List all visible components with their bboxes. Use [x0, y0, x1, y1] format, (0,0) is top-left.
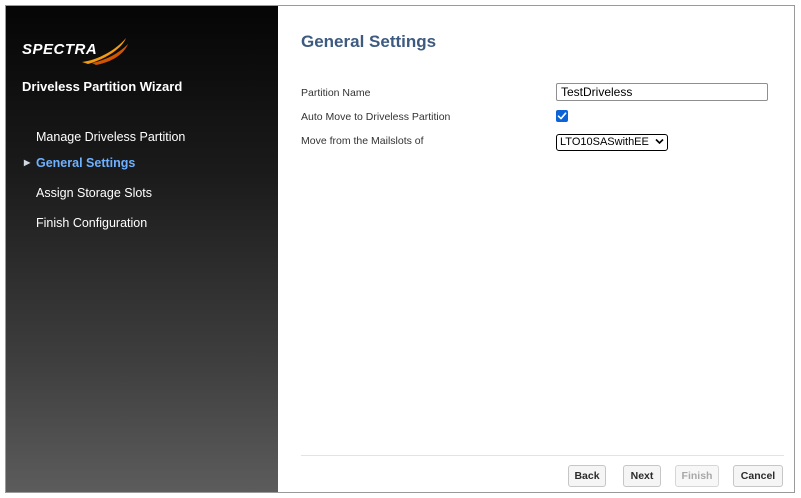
wizard-window: SPECTRA Driveless Partition Wizard Manag… [5, 5, 795, 493]
step-label: Assign Storage Slots [36, 186, 153, 200]
partition-name-input[interactable] [556, 83, 768, 101]
spectra-logo: SPECTRA [22, 36, 132, 66]
wizard-steps: Manage Driveless Partition ▶ General Set… [6, 124, 278, 236]
wizard-title: Driveless Partition Wizard [22, 79, 183, 94]
step-finish-configuration[interactable]: Finish Configuration [6, 210, 278, 236]
chevron-down-icon [655, 138, 664, 145]
auto-move-label: Auto Move to Driveless Partition [301, 111, 451, 123]
sidebar: SPECTRA Driveless Partition Wizard Manag… [6, 6, 278, 492]
step-label: Finish Configuration [36, 216, 148, 230]
back-button[interactable]: Back [568, 465, 606, 487]
logo-swoosh-icon [82, 38, 128, 65]
auto-move-checkbox[interactable] [556, 110, 568, 122]
step-label: General Settings [36, 156, 136, 170]
cancel-button[interactable]: Cancel [733, 465, 783, 487]
main-content: General Settings Partition Name Auto Mov… [278, 6, 794, 492]
step-assign-storage-slots[interactable]: Assign Storage Slots [6, 180, 278, 206]
step-manage-driveless-partition[interactable]: Manage Driveless Partition [6, 124, 278, 150]
step-label: Manage Driveless Partition [36, 130, 186, 144]
mailslots-label: Move from the Mailslots of [301, 135, 424, 147]
step-general-settings[interactable]: ▶ General Settings [6, 150, 278, 176]
next-button[interactable]: Next [623, 465, 661, 487]
checkmark-icon [557, 112, 567, 120]
footer-divider [301, 455, 784, 456]
mailslots-selected-value: LTO10SASwithEE [560, 136, 649, 148]
page-title: General Settings [301, 32, 437, 51]
mailslots-select[interactable]: LTO10SASwithEE [556, 134, 668, 151]
finish-button[interactable]: Finish [675, 465, 719, 487]
partition-name-label: Partition Name [301, 87, 371, 99]
current-step-arrow-icon: ▶ [24, 158, 31, 167]
